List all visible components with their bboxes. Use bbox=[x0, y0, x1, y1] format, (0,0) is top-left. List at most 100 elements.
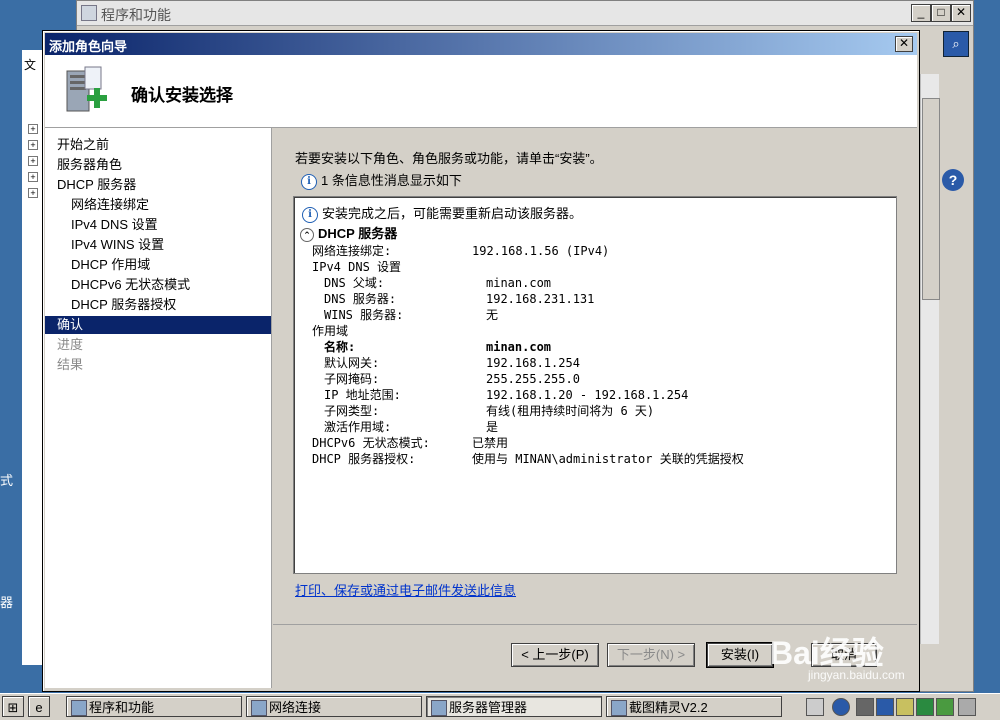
detail-value: minan.com bbox=[486, 340, 552, 354]
previous-button[interactable]: < 上一步(P) bbox=[511, 643, 599, 667]
info-summary-text: 1 条信息性消息显示如下 bbox=[321, 173, 462, 188]
tray-icon[interactable] bbox=[896, 698, 914, 716]
tray-icon[interactable] bbox=[936, 698, 954, 716]
detail-label: DNS 父域: bbox=[324, 276, 385, 290]
detail-value: 192.168.1.20 - 192.168.1.254 bbox=[486, 388, 689, 402]
nav-item-dhcp-authorization[interactable]: DHCP 服务器授权 bbox=[71, 296, 176, 314]
desktop-label: 器 bbox=[0, 595, 14, 610]
detail-value: 255.255.255.0 bbox=[486, 372, 580, 386]
detail-value: 使用与 MINAN\administrator 关联的凭据授权 bbox=[472, 452, 744, 466]
info-icon: i bbox=[301, 173, 317, 190]
detail-label: 网络连接绑定: bbox=[312, 244, 392, 258]
detail-label: 子网掩码: bbox=[324, 372, 380, 386]
add-roles-wizard: 添加角色向导 ✕ 确认安装选择 开始之前 服务器角色 DHCP 服务器 网络连接… bbox=[42, 30, 920, 692]
detail-label: WINS 服务器: bbox=[324, 308, 404, 322]
help-icon[interactable]: ? bbox=[942, 169, 964, 191]
next-button[interactable]: 下一步(N) > bbox=[607, 643, 695, 667]
expand-icon[interactable]: + bbox=[28, 140, 38, 150]
restart-note-text: 安装完成之后，可能需要重新启动该服务器。 bbox=[322, 206, 583, 221]
detail-label: 子网类型: bbox=[324, 404, 380, 418]
bg-tree-pane: 文 + + + + + bbox=[22, 50, 43, 665]
taskbar-item-server-manager[interactable]: 服务器管理器 bbox=[426, 696, 602, 717]
search-icon[interactable]: ⌕ bbox=[943, 31, 969, 57]
info-icon: i bbox=[302, 206, 318, 223]
taskbar-item-label: 网络连接 bbox=[269, 700, 322, 715]
collapse-icon[interactable]: ⌃ bbox=[300, 228, 314, 242]
nav-item-dhcp-server[interactable]: DHCP 服务器 bbox=[57, 176, 136, 194]
nav-item-progress: 进度 bbox=[57, 337, 84, 352]
window-title: 程序和功能 bbox=[101, 7, 171, 23]
print-save-email-link[interactable]: 打印、保存或通过电子邮件发送此信息 bbox=[295, 580, 516, 599]
page-title: 确认安装选择 bbox=[131, 86, 233, 105]
tray-icon[interactable] bbox=[856, 698, 874, 716]
tray-icon[interactable] bbox=[876, 698, 894, 716]
wizard-nav: 开始之前 服务器角色 DHCP 服务器 网络连接绑定 IPv4 DNS 设置 I… bbox=[45, 128, 272, 688]
window-titlebar: 程序和功能 _ □ ✕ bbox=[77, 1, 973, 26]
detail-value: 有线(租用持续时间将为 6 天) bbox=[486, 404, 655, 418]
keyboard-icon[interactable] bbox=[806, 698, 824, 716]
server-add-icon bbox=[66, 66, 107, 112]
taskbar-item-programs[interactable]: 程序和功能 bbox=[66, 696, 242, 717]
nav-item-dhcpv6-stateless[interactable]: DHCPv6 无状态模式 bbox=[71, 276, 190, 294]
nav-item-ipv4-dns[interactable]: IPv4 DNS 设置 bbox=[71, 216, 158, 234]
detail-value: 192.168.1.254 bbox=[486, 356, 580, 370]
tray-icon[interactable] bbox=[958, 698, 976, 716]
minimize-button[interactable]: _ bbox=[911, 4, 931, 22]
expand-icon[interactable]: + bbox=[28, 188, 38, 198]
expand-icon[interactable]: + bbox=[28, 172, 38, 182]
dialog-close-button[interactable]: ✕ bbox=[895, 36, 913, 52]
desktop-label: 式 bbox=[0, 473, 14, 488]
detail-value: 是 bbox=[486, 420, 499, 434]
nav-item-ipv4-wins[interactable]: IPv4 WINS 设置 bbox=[71, 236, 164, 254]
taskbar-item-label: 截图精灵V2.2 bbox=[629, 700, 708, 715]
section-title: DHCP 服务器 bbox=[318, 226, 398, 241]
detail-label: DNS 服务器: bbox=[324, 292, 397, 306]
scrollbar-thumb[interactable] bbox=[922, 98, 940, 300]
dhcp-section-header[interactable]: ⌃ DHCP 服务器 bbox=[300, 223, 397, 242]
nav-item-dhcp-scope[interactable]: DHCP 作用域 bbox=[71, 256, 150, 274]
info-summary: i 1 条信息性消息显示如下 bbox=[301, 170, 462, 190]
nav-item-server-roles[interactable]: 服务器角色 bbox=[57, 156, 122, 174]
dialog-titlebar: 添加角色向导 ✕ bbox=[45, 33, 917, 55]
expand-icon[interactable]: + bbox=[28, 124, 38, 134]
programs-icon bbox=[71, 700, 87, 716]
taskbar: ⊞ e 程序和功能 网络连接 服务器管理器 截图精灵V2.2 bbox=[0, 693, 1000, 720]
taskbar-item-label: 程序和功能 bbox=[89, 700, 155, 715]
nav-item-confirmation[interactable]: 确认 bbox=[45, 316, 271, 334]
menu-fragment[interactable]: 文 bbox=[24, 56, 36, 73]
detail-label: DHCPv6 无状态模式: bbox=[312, 436, 430, 450]
taskbar-item-label: 服务器管理器 bbox=[449, 700, 528, 715]
nav-item-before-you-begin[interactable]: 开始之前 bbox=[57, 136, 109, 154]
maximize-button[interactable]: □ bbox=[931, 4, 951, 22]
detail-value: 已禁用 bbox=[472, 436, 509, 450]
bg-scrollbar[interactable] bbox=[920, 74, 940, 644]
detail-label: IP 地址范围: bbox=[324, 388, 401, 402]
app-icon bbox=[81, 5, 97, 21]
detail-label: DHCP 服务器授权: bbox=[312, 452, 416, 466]
tray-icon[interactable] bbox=[916, 698, 934, 716]
ie-icon[interactable]: e bbox=[28, 696, 50, 717]
detail-value: 无 bbox=[486, 308, 499, 322]
taskbar-item-network[interactable]: 网络连接 bbox=[246, 696, 422, 717]
nav-item-results: 结果 bbox=[57, 357, 84, 372]
install-button[interactable]: 安装(I) bbox=[706, 642, 774, 668]
intro-text: 若要安装以下角色、角色服务或功能，请单击“安装”。 bbox=[295, 151, 603, 166]
detail-value: minan.com bbox=[486, 276, 552, 290]
network-icon bbox=[251, 700, 267, 716]
close-button[interactable]: ✕ bbox=[951, 4, 971, 22]
expand-icon[interactable]: + bbox=[28, 156, 38, 166]
detail-label: IPv4 DNS 设置 bbox=[312, 260, 402, 274]
wizard-content: 若要安装以下角色、角色服务或功能，请单击“安装”。 i1 条信息性消息显示如下 … bbox=[273, 128, 917, 648]
nav-item-network-binding[interactable]: 网络连接绑定 bbox=[71, 196, 149, 214]
detail-value: 192.168.1.56 (IPv4) bbox=[472, 244, 610, 258]
confirmation-detail-box[interactable]: i 安装完成之后，可能需要重新启动该服务器。 ⌃ DHCP 服务器 网络连接绑定: … bbox=[293, 196, 897, 574]
detail-label: 作用域 bbox=[312, 324, 349, 338]
server-manager-icon bbox=[431, 700, 447, 716]
detail-label: 激活作用域: bbox=[324, 420, 392, 434]
start-icon[interactable]: ⊞ bbox=[2, 696, 24, 717]
taskbar-item-screenshot[interactable]: 截图精灵V2.2 bbox=[606, 696, 782, 717]
help-tray-icon[interactable] bbox=[832, 698, 850, 716]
detail-value: 192.168.231.131 bbox=[486, 292, 595, 306]
wizard-header: 确认安装选择 bbox=[45, 55, 917, 128]
detail-label: 名称: bbox=[324, 340, 356, 354]
